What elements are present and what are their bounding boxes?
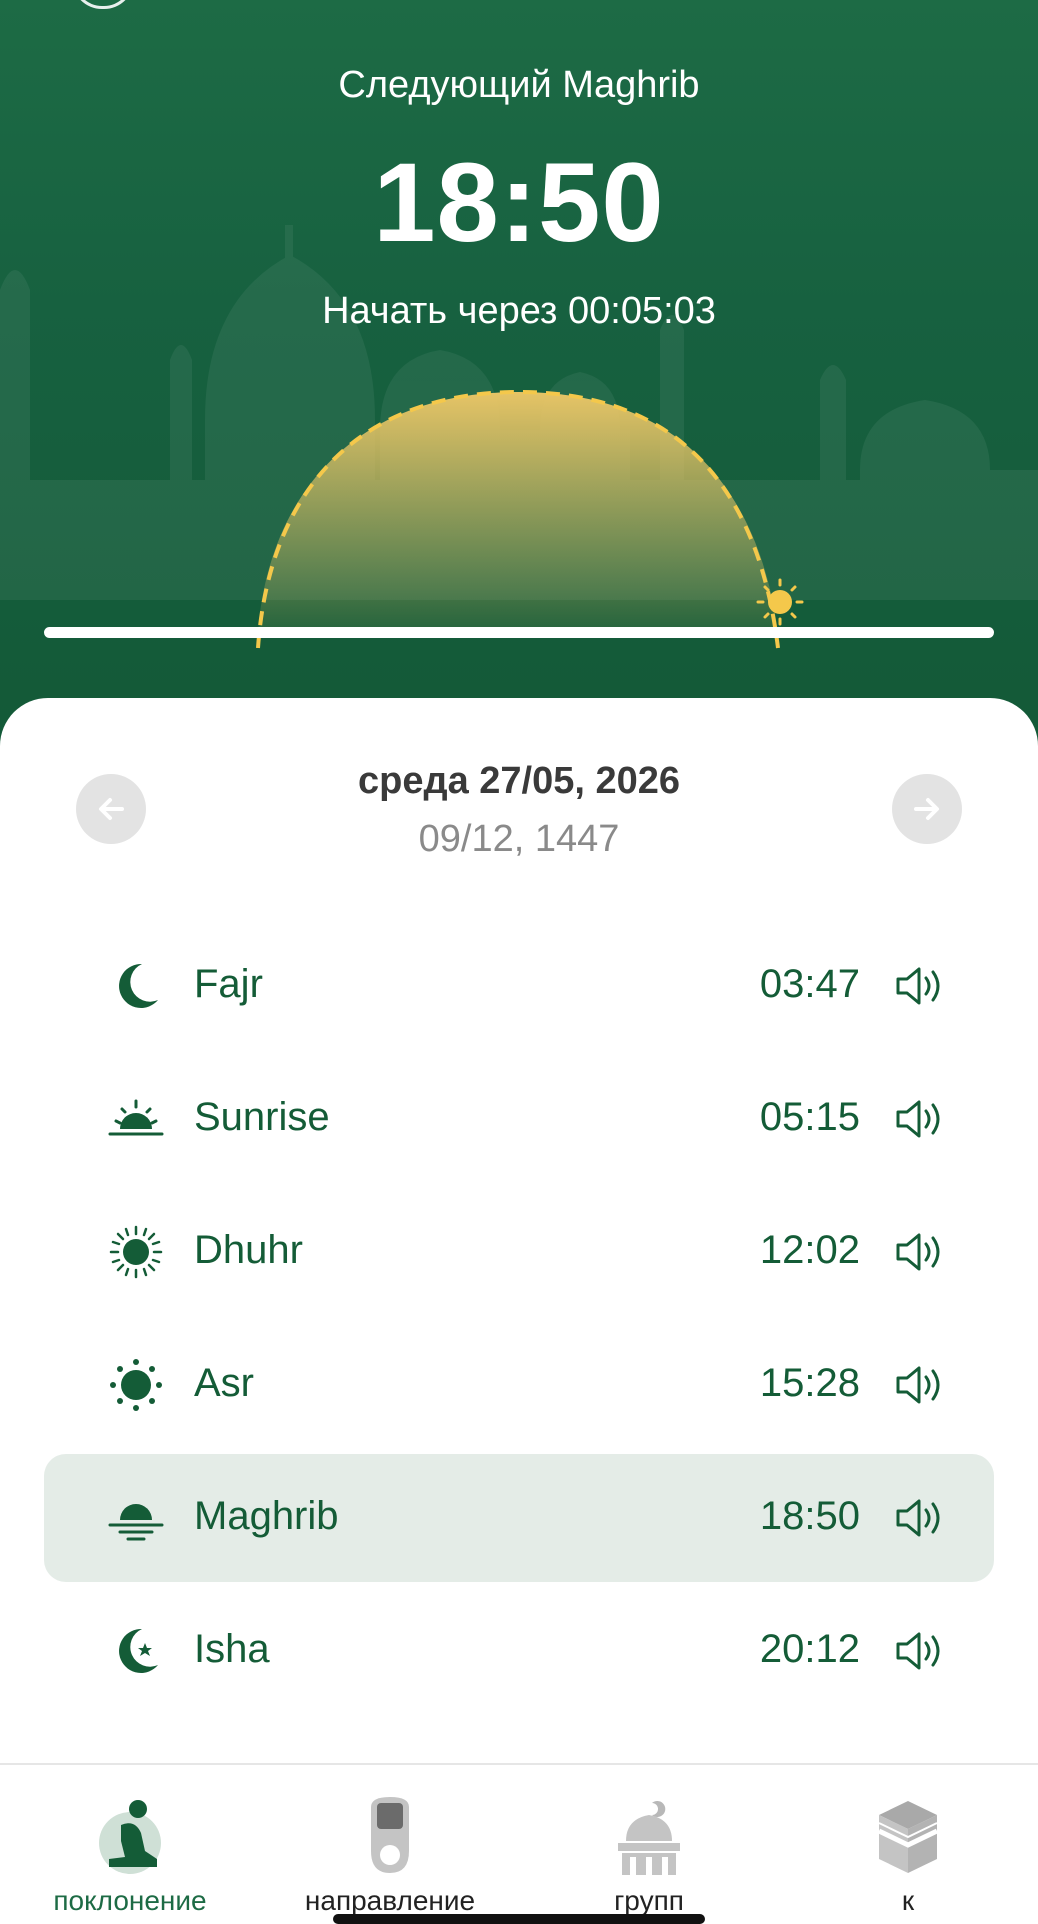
- next-prayer-time: 18:50: [373, 140, 665, 265]
- arrow-right-icon: [914, 798, 939, 820]
- prayer-name: Fajr: [194, 962, 263, 1006]
- prayer-time: 20:12: [759, 1627, 860, 1671]
- next-prayer-header: Следующий Maghrib 18:50 Начать через 00:…: [0, 0, 1038, 760]
- tab-label: к: [901, 1885, 915, 1916]
- gregorian-date: среда 27/05, 2026: [357, 760, 681, 802]
- speaker-icon[interactable]: [894, 1361, 946, 1409]
- speaker-icon[interactable]: [894, 1095, 946, 1143]
- tab-group[interactable]: групп: [519, 1765, 779, 1922]
- speaker-icon[interactable]: [894, 962, 946, 1010]
- mosque-icon: [618, 1801, 680, 1875]
- sun-dots-icon: [110, 1359, 162, 1411]
- home-indicator: [333, 1914, 705, 1924]
- prayer-name: Dhuhr: [194, 1228, 303, 1272]
- prayer-row-maghrib[interactable]: Maghrib 18:50: [44, 1454, 994, 1582]
- prayer-row-dhuhr[interactable]: Dhuhr 12:02: [44, 1188, 994, 1316]
- speaker-icon[interactable]: [894, 1627, 946, 1675]
- speaker-icon[interactable]: [894, 1228, 946, 1276]
- prayer-row-asr[interactable]: Asr 15:28: [44, 1321, 994, 1449]
- prayer-name: Maghrib: [194, 1494, 339, 1538]
- speaker-icon[interactable]: [894, 1494, 946, 1542]
- prayer-times-card: среда 27/05, 2026 09/12, 1447 Fajr 03:47: [0, 698, 1038, 1763]
- tasbih-counter-icon: [371, 1797, 409, 1873]
- prayer-person-icon: [99, 1800, 161, 1874]
- next-prayer-label: Следующий Maghrib: [338, 64, 700, 106]
- sunrise-icon: [108, 1099, 164, 1136]
- prayer-name: Sunrise: [194, 1095, 330, 1139]
- next-day-button[interactable]: [892, 774, 962, 844]
- bottom-tab-bar: поклонение направление групп к: [0, 1763, 1038, 1922]
- tab-direction[interactable]: направление: [260, 1765, 520, 1922]
- tab-label: групп: [614, 1885, 684, 1916]
- crescent-moon-icon: [119, 963, 158, 1008]
- tab-label: поклонение: [53, 1885, 207, 1916]
- tab-worship[interactable]: поклонение: [0, 1765, 260, 1922]
- sun-path-arc: [44, 389, 994, 649]
- countdown-text: Начать через 00:05:03: [322, 290, 716, 332]
- prayer-name: Isha: [194, 1627, 270, 1671]
- prayer-name: Asr: [194, 1361, 254, 1405]
- tab-label: направление: [304, 1885, 476, 1916]
- prayer-row-fajr[interactable]: Fajr 03:47: [44, 922, 994, 1050]
- prayer-time: 03:47: [759, 962, 860, 1006]
- tab-kaaba[interactable]: к: [778, 1765, 1038, 1922]
- moon-star-icon: [119, 1628, 158, 1673]
- prayer-time: 18:50: [759, 1494, 860, 1538]
- prayer-row-sunrise[interactable]: Sunrise 05:15: [44, 1055, 994, 1183]
- prayer-time: 05:15: [759, 1095, 860, 1139]
- prayer-time: 12:02: [759, 1228, 860, 1272]
- hijri-date: 09/12, 1447: [418, 818, 620, 860]
- sun-rays-icon: [109, 1225, 163, 1279]
- kaaba-icon: [877, 1801, 939, 1873]
- sunset-icon: [108, 1504, 164, 1541]
- prayer-row-isha[interactable]: Isha 20:12: [44, 1587, 994, 1715]
- prayer-time: 15:28: [759, 1361, 860, 1405]
